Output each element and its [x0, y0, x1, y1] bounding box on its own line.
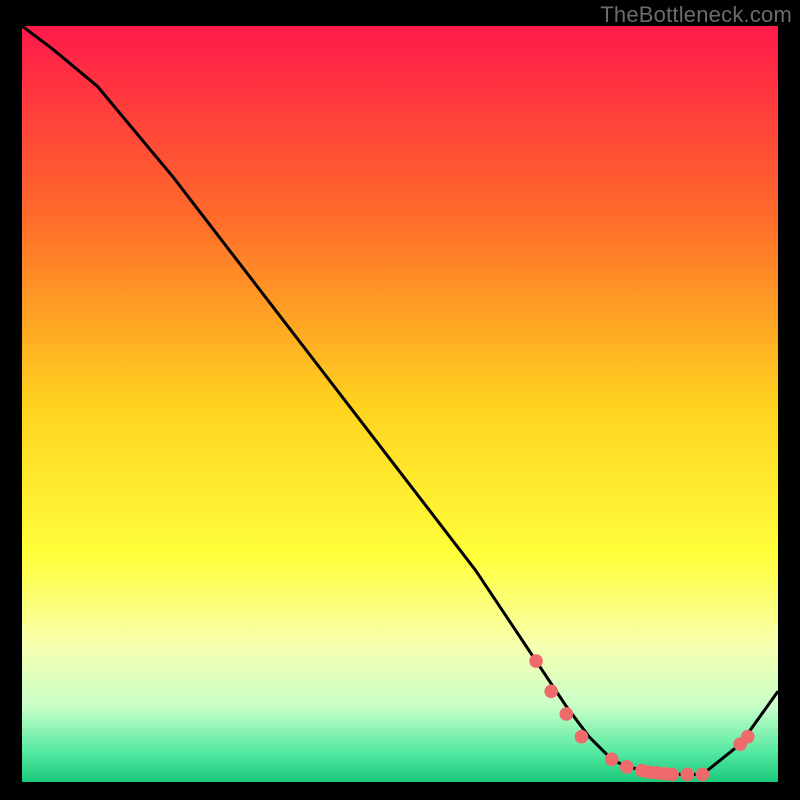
marker-point	[680, 768, 694, 782]
chart-svg	[22, 26, 778, 782]
marker-point	[560, 707, 574, 721]
marker-point	[696, 768, 710, 782]
marker-point	[665, 768, 679, 782]
marker-point	[544, 684, 558, 698]
watermark-text: TheBottleneck.com	[600, 2, 792, 28]
marker-point	[741, 730, 755, 744]
chart-frame: TheBottleneck.com	[0, 0, 800, 800]
marker-point	[620, 760, 634, 774]
marker-point	[605, 753, 619, 767]
chart-background	[22, 26, 778, 782]
marker-point	[529, 654, 543, 668]
chart-plot	[22, 26, 778, 782]
marker-point	[575, 730, 589, 744]
